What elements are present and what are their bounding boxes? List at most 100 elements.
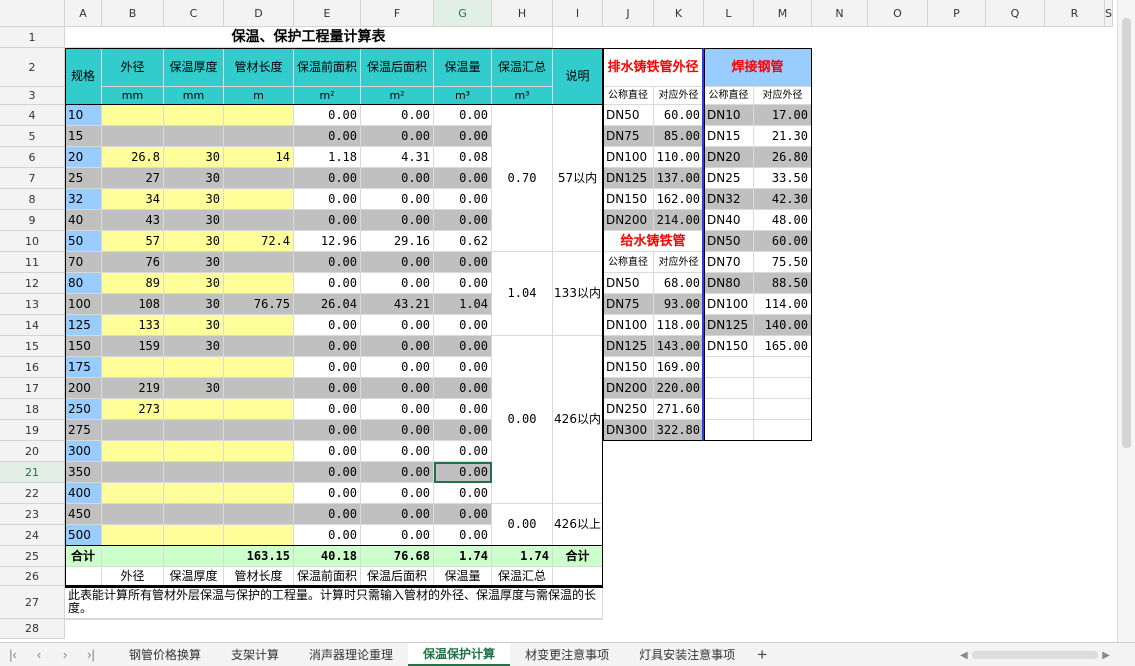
header-note[interactable]: 说明	[553, 48, 603, 105]
row-header-12[interactable]: 12	[0, 273, 65, 294]
column-header-D[interactable]: D	[224, 0, 294, 27]
welded-od-cell[interactable]: 165.00	[754, 336, 812, 357]
volume-cell[interactable]: 0.00	[434, 336, 492, 357]
thickness-input-cell[interactable]	[164, 441, 224, 462]
front-area-cell[interactable]: 0.00	[294, 462, 361, 483]
od-input-cell[interactable]	[102, 441, 164, 462]
unit-thickness[interactable]: mm	[164, 87, 224, 105]
back-area-cell[interactable]: 0.00	[361, 420, 434, 441]
sum-od[interactable]	[102, 546, 164, 567]
back-area-cell[interactable]: 0.00	[361, 357, 434, 378]
drain-nominal-cell[interactable]: DN150	[603, 189, 654, 210]
group-note-cell[interactable]: 426以内	[553, 336, 603, 504]
back-area-cell[interactable]: 0.00	[361, 315, 434, 336]
volume-cell[interactable]: 0.00	[434, 126, 492, 147]
welded-od-cell[interactable]: 114.00	[754, 294, 812, 315]
volume-cell[interactable]: 0.00	[434, 504, 492, 525]
back-area-cell[interactable]: 0.00	[361, 378, 434, 399]
od-input-cell[interactable]: 57	[102, 231, 164, 252]
column-header-M[interactable]: M	[754, 0, 812, 27]
od-input-cell[interactable]	[102, 525, 164, 546]
welded-steel-title[interactable]: 焊接钢管	[704, 48, 812, 87]
od-input-cell[interactable]: 159	[102, 336, 164, 357]
supply-od-cell[interactable]: 169.00	[654, 357, 704, 378]
spec-cell[interactable]: 40	[65, 210, 102, 231]
drain-nominal-cell[interactable]: DN125	[603, 168, 654, 189]
column-header-G[interactable]: G	[434, 0, 492, 27]
spec-cell[interactable]: 250	[65, 399, 102, 420]
od-input-cell[interactable]: 43	[102, 210, 164, 231]
volume-cell[interactable]: 1.04	[434, 294, 492, 315]
welded-nominal-cell[interactable]: DN40	[704, 210, 754, 231]
thickness-input-cell[interactable]: 30	[164, 147, 224, 168]
column-header-L[interactable]: L	[704, 0, 754, 27]
volume-cell[interactable]: 0.00	[434, 273, 492, 294]
sheet-tab[interactable]: 保温保护计算	[408, 643, 511, 666]
row-header-2[interactable]: 2	[0, 48, 65, 87]
header-length[interactable]: 管材长度	[224, 48, 294, 87]
spreadsheet-grid[interactable]: A B C D E F G H I J K L M N O P Q R S 1 2 3 4 5 6 7 8 9 10 11 12 13 14 15…	[0, 0, 1135, 642]
group-total-cell[interactable]: 0.00	[492, 336, 553, 504]
back-area-cell[interactable]: 0.00	[361, 210, 434, 231]
front-area-cell[interactable]: 0.00	[294, 252, 361, 273]
thickness-input-cell[interactable]: 30	[164, 336, 224, 357]
row-header-20[interactable]: 20	[0, 441, 65, 462]
welded-od-cell[interactable]: 17.00	[754, 105, 812, 126]
spec-cell[interactable]: 500	[65, 525, 102, 546]
column-header-C[interactable]: C	[164, 0, 224, 27]
unit-od[interactable]: mm	[102, 87, 164, 105]
thickness-input-cell[interactable]	[164, 126, 224, 147]
spec-cell[interactable]: 50	[65, 231, 102, 252]
column-header-K[interactable]: K	[654, 0, 704, 27]
spec-cell[interactable]: 275	[65, 420, 102, 441]
front-area-cell[interactable]: 0.00	[294, 357, 361, 378]
supply-nominal-cell[interactable]: DN75	[603, 294, 654, 315]
drain-od-cell[interactable]: 137.00	[654, 168, 704, 189]
length-input-cell[interactable]: 76.75	[224, 294, 294, 315]
supply-od-header[interactable]: 对应外径	[654, 252, 704, 273]
column-header-Q[interactable]: Q	[986, 0, 1045, 27]
length-input-cell[interactable]	[224, 504, 294, 525]
front-area-cell[interactable]: 0.00	[294, 168, 361, 189]
next-sheet-icon[interactable]: ›	[52, 644, 78, 666]
thickness-input-cell[interactable]: 30	[164, 189, 224, 210]
sum-note[interactable]: 合计	[553, 546, 603, 567]
row-header-28[interactable]: 28	[0, 619, 65, 639]
description-note[interactable]: 此表能计算所有管材外层保温与保护的工程量。计算时只需输入管材的外径、保温厚度与需…	[65, 586, 603, 619]
supply-od-cell[interactable]: 220.00	[654, 378, 704, 399]
welded-nominal-header[interactable]: 公称直径	[704, 87, 754, 105]
thickness-input-cell[interactable]	[164, 399, 224, 420]
row-header-25[interactable]: 25	[0, 546, 65, 567]
sum-length[interactable]: 163.15	[224, 546, 294, 567]
front-area-cell[interactable]: 0.00	[294, 378, 361, 399]
supply-od-cell[interactable]: 143.00	[654, 336, 704, 357]
group-note-cell[interactable]: 133以内	[553, 252, 603, 336]
drain-nominal-cell[interactable]: DN50	[603, 105, 654, 126]
sum-volume[interactable]: 1.74	[434, 546, 492, 567]
od-input-cell[interactable]: 34	[102, 189, 164, 210]
welded-od-cell[interactable]: 33.50	[754, 168, 812, 189]
back-area-cell[interactable]: 0.00	[361, 441, 434, 462]
od-input-cell[interactable]	[102, 420, 164, 441]
row-header-23[interactable]: 23	[0, 504, 65, 525]
column-header-J[interactable]: J	[603, 0, 654, 27]
thickness-input-cell[interactable]	[164, 504, 224, 525]
front-area-cell[interactable]: 0.00	[294, 273, 361, 294]
column-header-B[interactable]: B	[102, 0, 164, 27]
welded-nominal-cell[interactable]: DN15	[704, 126, 754, 147]
thickness-input-cell[interactable]	[164, 420, 224, 441]
thickness-input-cell[interactable]	[164, 105, 224, 126]
column-header-I[interactable]: I	[553, 0, 603, 27]
od-input-cell[interactable]: 108	[102, 294, 164, 315]
supply-nominal-cell[interactable]: DN200	[603, 378, 654, 399]
supply-od-cell[interactable]: 271.60	[654, 399, 704, 420]
group-note-cell[interactable]: 57以内	[553, 105, 603, 252]
front-area-cell[interactable]: 0.00	[294, 126, 361, 147]
row-header-22[interactable]: 22	[0, 483, 65, 504]
length-input-cell[interactable]: 14	[224, 147, 294, 168]
od-input-cell[interactable]: 273	[102, 399, 164, 420]
row-header-5[interactable]: 5	[0, 126, 65, 147]
supply-od-cell[interactable]: 68.00	[654, 273, 704, 294]
length-input-cell[interactable]	[224, 336, 294, 357]
footer-label-vol[interactable]: 保温量	[434, 567, 492, 586]
